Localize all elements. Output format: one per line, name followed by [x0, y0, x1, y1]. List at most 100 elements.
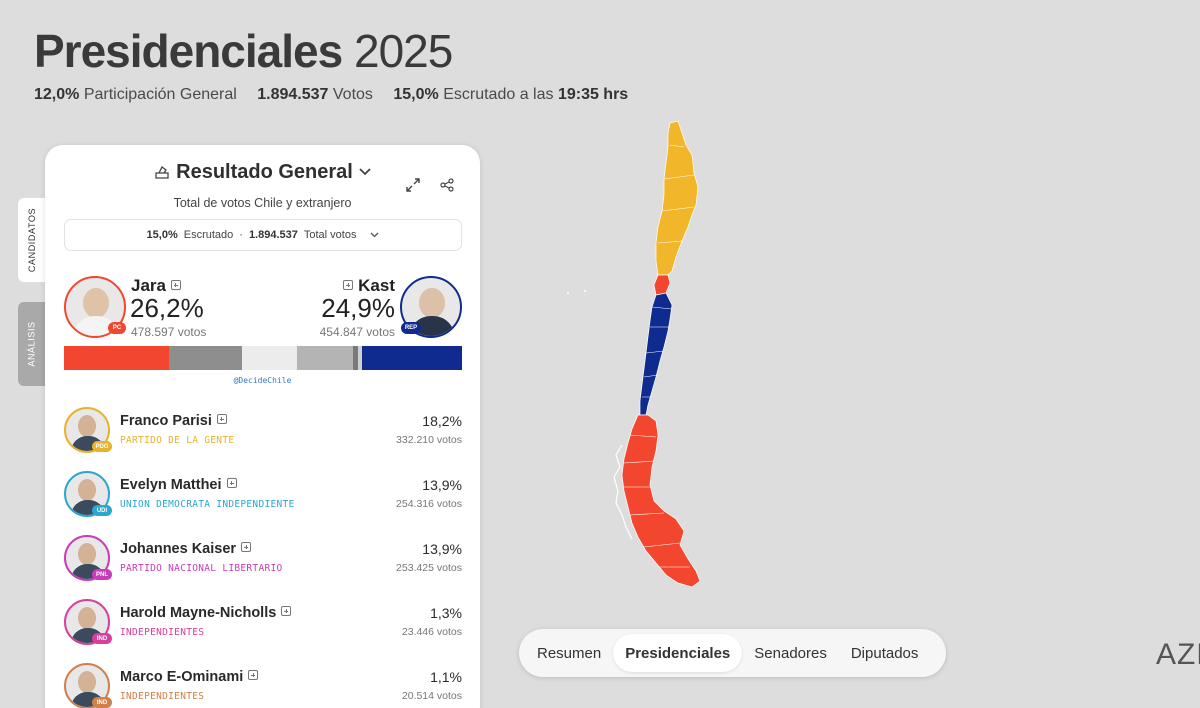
counter-pct-label: Escrutado — [183, 229, 234, 241]
candidate-pct: 13,9% — [422, 541, 462, 557]
avatar-face — [419, 288, 445, 318]
scrutiny-label: Escrutado a las — [443, 86, 554, 103]
tab-analisis-label: ANÁLISIS — [27, 321, 38, 367]
expand-plus-icon[interactable] — [281, 606, 292, 616]
page-title: Presidenciales 2025 — [34, 24, 453, 78]
results-card: Resultado General Total de votos Chile y… — [45, 145, 480, 708]
expand-icon[interactable] — [403, 175, 423, 195]
candidate-name[interactable]: Marco E-Ominami — [120, 669, 263, 685]
island-dot — [567, 292, 569, 294]
candidate-pct: 13,9% — [422, 477, 462, 493]
source-handle[interactable]: @DecideChile — [45, 376, 480, 385]
expand-plus-icon[interactable] — [170, 280, 181, 290]
candidate-row[interactable]: UDI Evelyn Matthei UNION DEMOCRATA INDEPEN… — [64, 471, 462, 521]
nav-item-senadores[interactable]: Senadores — [742, 634, 839, 672]
participation-label: Participación General — [83, 86, 237, 103]
counter-pct: 15,0% — [146, 229, 178, 241]
votes-value: 1.894.537 — [257, 86, 329, 103]
avatar-face — [78, 479, 96, 501]
map-region-center[interactable] — [639, 292, 673, 416]
party-badge: IND — [92, 697, 112, 708]
vote-bar-segment — [241, 346, 298, 370]
candidate-row[interactable]: PNL Johannes Kaiser PARTIDO NACIONAL LIBER… — [64, 535, 462, 585]
map-region-south[interactable] — [613, 414, 701, 588]
counter-votes-label: Total votos — [303, 229, 357, 241]
party-badge: PDG — [92, 441, 112, 452]
vote-bar-segment — [362, 346, 462, 370]
island-dot — [584, 290, 586, 292]
leader-kast-votes: 454.847 votos — [319, 325, 395, 339]
nav-item-resumen[interactable]: Resumen — [525, 634, 613, 672]
candidate-row[interactable]: IND Harold Mayne-Nicholls INDEPENDIENTES 1,… — [64, 599, 462, 649]
candidate-pct: 1,1% — [430, 669, 462, 685]
header-stats: 12,0% Participación General 1.894.537 Vo… — [34, 86, 628, 104]
candidate-pct: 18,2% — [422, 413, 462, 429]
candidate-name[interactable]: Evelyn Matthei — [120, 477, 242, 493]
candidate-votes: 20.514 votos — [401, 690, 462, 702]
leader-jara-votes: 478.597 votos — [131, 325, 207, 339]
tab-candidatos[interactable]: CANDIDATOS — [18, 198, 46, 282]
candidate-votes: 23.446 votos — [401, 626, 462, 638]
scrutiny-value: 15,0% — [393, 86, 439, 103]
candidate-name[interactable]: Harold Mayne-Nicholls — [120, 605, 296, 621]
map-region-valparaiso[interactable] — [653, 274, 671, 296]
chevron-down-icon — [359, 163, 371, 179]
expand-plus-icon[interactable] — [226, 478, 237, 488]
chevron-down-icon — [370, 229, 379, 241]
nav-item-diputados[interactable]: Diputados — [839, 634, 931, 672]
expand-plus-icon[interactable] — [216, 414, 227, 424]
leader-kast-pct: 24,9% — [321, 293, 395, 323]
scrutiny-selector[interactable]: 15,0% Escrutado · 1.894.537 Total votos — [64, 219, 462, 251]
candidate-name-text: Johannes Kaiser — [120, 541, 237, 557]
nav-item-presidenciales[interactable]: Presidenciales — [613, 634, 743, 672]
avatar-face — [78, 543, 96, 565]
bottom-nav: Resumen Presidenciales Senadores Diputados — [519, 629, 946, 677]
candidate-votes: 332.210 votos — [396, 434, 462, 446]
leader-jara-pct: 26,2% — [130, 293, 204, 323]
scrutiny-time: 19:35 hrs — [557, 86, 629, 103]
party-badge-pc: PC — [108, 322, 126, 334]
expand-plus-icon[interactable] — [343, 280, 354, 290]
vote-bar-segment — [168, 346, 242, 370]
candidate-row[interactable]: PDG Franco Parisi PARTIDO DE LA GENTE 18,2%… — [64, 407, 462, 457]
expand-plus-icon[interactable] — [241, 542, 252, 552]
expand-plus-icon[interactable] — [248, 670, 259, 680]
candidate-name[interactable]: Franco Parisi — [120, 413, 232, 429]
party-badge: IND — [92, 633, 112, 644]
candidate-party: INDEPENDIENTES — [120, 627, 205, 638]
avatar-face — [78, 671, 96, 693]
candidate-name-text: Harold Mayne-Nicholls — [120, 605, 277, 621]
party-badge: PNL — [92, 569, 112, 580]
vote-bar-segment — [297, 346, 353, 370]
ballot-box-icon — [154, 163, 170, 186]
candidate-pct: 1,3% — [430, 605, 462, 621]
candidate-votes: 253.425 votos — [396, 562, 462, 574]
candidate-party: UNION DEMOCRATA INDEPENDIENTE — [120, 499, 295, 510]
avatar-face — [83, 288, 109, 318]
candidate-votes: 254.316 votos — [396, 498, 462, 510]
vote-bar-segment — [64, 346, 169, 370]
candidate-name-text: Franco Parisi — [120, 413, 212, 429]
title-main: Presidenciales — [34, 25, 343, 77]
avatar-face — [78, 607, 96, 629]
results-subtitle: Total de votos Chile y extranjero — [173, 196, 352, 210]
candidate-name-text: Evelyn Matthei — [120, 477, 222, 493]
candidate-party: PARTIDO DE LA GENTE — [120, 435, 235, 446]
counter-separator: · — [239, 229, 243, 241]
counter-votes: 1.894.537 — [248, 229, 298, 241]
party-badge: UDI — [92, 505, 112, 516]
party-badge-rep: REP — [401, 322, 421, 334]
votes-label: Votos — [332, 86, 373, 103]
candidate-name-text: Marco E-Ominami — [120, 669, 244, 685]
candidate-name[interactable]: Johannes Kaiser — [120, 541, 256, 557]
avatar-face — [78, 415, 96, 437]
candidate-party: PARTIDO NACIONAL LIBERTARIO — [120, 563, 283, 574]
candidate-party: INDEPENDIENTES — [120, 691, 205, 702]
share-icon[interactable] — [437, 175, 457, 195]
results-title: Resultado General — [176, 161, 353, 183]
chile-map[interactable] — [560, 115, 760, 605]
title-year: 2025 — [353, 25, 453, 77]
candidate-row[interactable]: IND Marco E-Ominami INDEPENDIENTES 1,1% 20.5… — [64, 663, 462, 708]
map-region-north[interactable] — [655, 120, 699, 276]
tab-analisis[interactable]: ANÁLISIS — [18, 302, 46, 386]
